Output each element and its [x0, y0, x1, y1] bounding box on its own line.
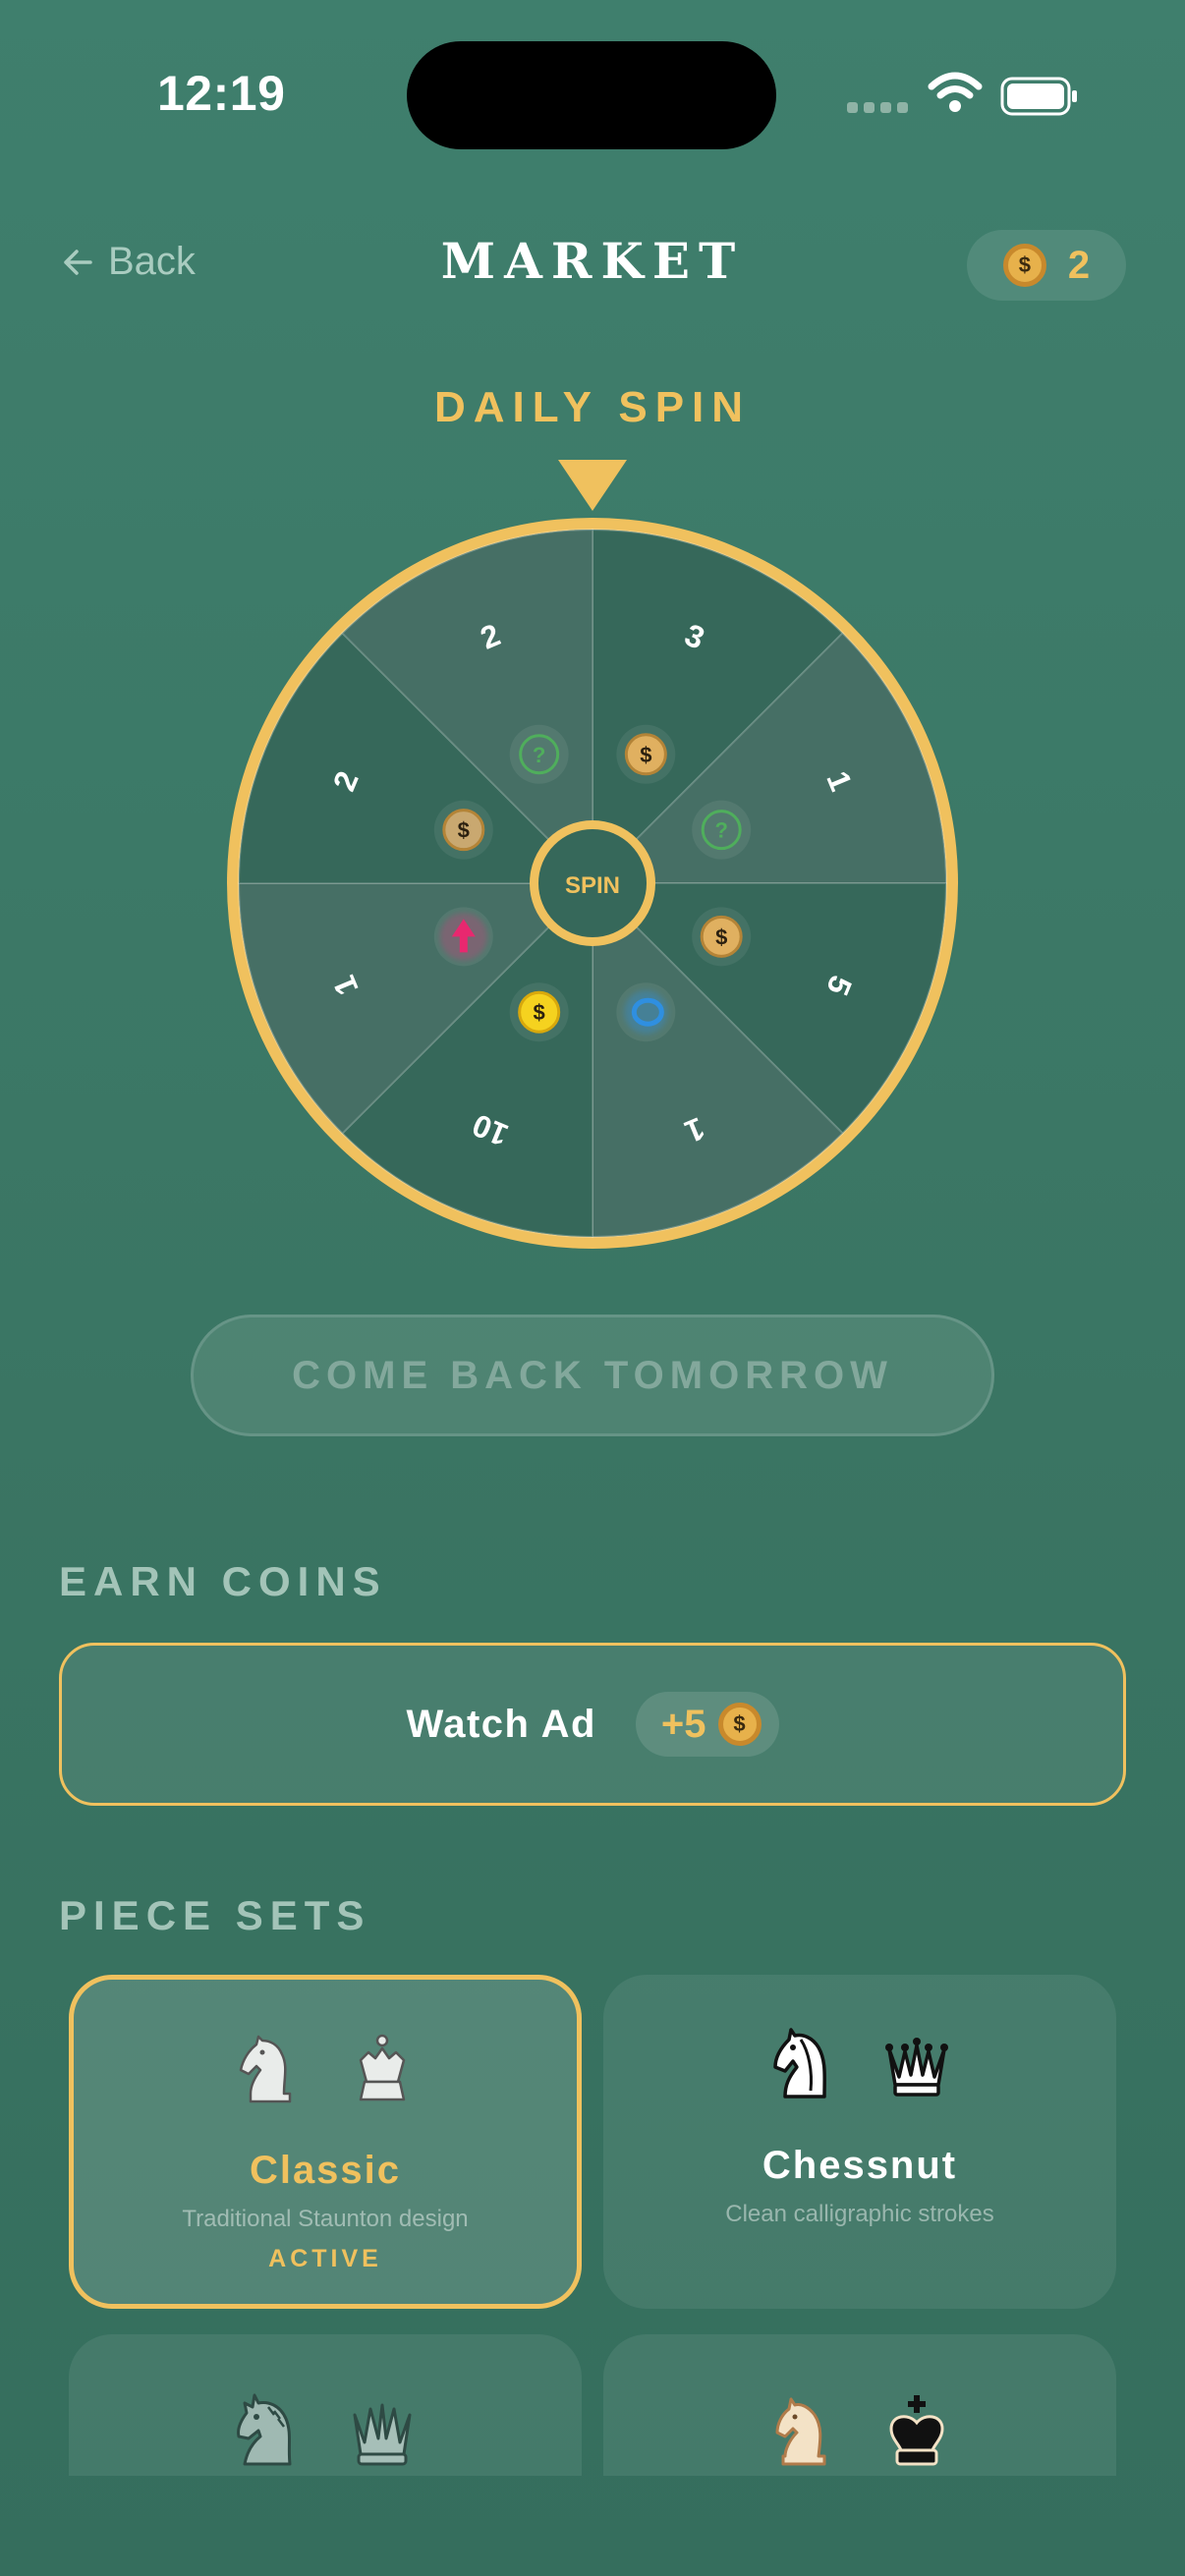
svg-text:?: ?: [714, 818, 727, 843]
svg-text:$: $: [640, 743, 651, 767]
piece-set-card-classic[interactable]: Classic Traditional Staunton design ACTI…: [69, 1975, 582, 2309]
coin-balance-value: 2: [1067, 243, 1091, 287]
ad-reward-amount: +5: [660, 1702, 706, 1746]
piece-set-description: Traditional Staunton design: [182, 2206, 469, 2232]
piece-set-description: Clean calligraphic strokes: [725, 2201, 994, 2227]
svg-text:$: $: [715, 924, 727, 949]
white-knight-icon: [773, 2028, 826, 2099]
piece-set-active-badge: ACTIVE: [268, 2245, 382, 2272]
knight-icon: [237, 2393, 292, 2466]
white-queen-icon: [359, 2034, 406, 2101]
white-queen-icon: [885, 2038, 948, 2097]
coin-icon: $: [717, 1703, 762, 1746]
daily-spin-title: DAILY SPIN: [433, 383, 752, 431]
question-mark-icon: ?: [509, 724, 569, 784]
prize-wheel[interactable]: 315110122 $?$$$? SPIN: [224, 515, 961, 1252]
question-mark-icon: ?: [692, 800, 752, 860]
white-knight-icon: [239, 2035, 292, 2103]
piece-set-card-chessnut[interactable]: Chessnut Clean calligraphic strokes: [603, 1975, 1116, 2309]
svg-text:$: $: [534, 1000, 545, 1025]
knight-icon: [775, 2397, 826, 2466]
piece-sets-grid: Classic Traditional Staunton design ACTI…: [0, 1955, 1185, 2476]
coin-icon: $: [509, 982, 569, 1042]
gem-icon: [433, 907, 493, 967]
status-time: 12:19: [157, 66, 286, 121]
earn-coins-heading: EARN COINS: [59, 1558, 387, 1604]
watch-ad-label: Watch Ad: [406, 1702, 596, 1746]
coin-icon: $: [692, 907, 752, 967]
piece-set-card[interactable]: [69, 2334, 582, 2476]
coin-balance: $ 2: [967, 230, 1126, 301]
spin-button[interactable]: SPIN: [530, 820, 655, 946]
ad-reward-badge: +5 $: [635, 1692, 779, 1757]
watch-ad-button[interactable]: Watch Ad +5 $: [59, 1643, 1126, 1806]
battery-icon: [1000, 77, 1077, 116]
dynamic-island: [407, 41, 776, 149]
piece-sets-heading: PIECE SETS: [59, 1892, 371, 1938]
spin-button-label: SPIN: [565, 872, 620, 899]
cellular-signal-icon: [847, 102, 908, 113]
ring-icon: [616, 982, 676, 1042]
piece-set-name: Classic: [249, 2149, 402, 2192]
svg-text:$: $: [458, 818, 470, 843]
queen-icon: [353, 2403, 412, 2466]
coin-icon: $: [1002, 244, 1046, 287]
coin-icon: $: [616, 724, 676, 784]
svg-text:?: ?: [533, 743, 545, 767]
coin-icon: $: [433, 800, 493, 860]
piece-set-card[interactable]: [603, 2334, 1116, 2476]
wheel-pointer-icon: [558, 460, 627, 511]
piece-set-name: Chessnut: [762, 2144, 958, 2187]
come-back-tomorrow-button[interactable]: COME BACK TOMORROW: [191, 1315, 994, 1436]
wifi-icon: [928, 72, 983, 112]
king-icon: [889, 2395, 944, 2466]
